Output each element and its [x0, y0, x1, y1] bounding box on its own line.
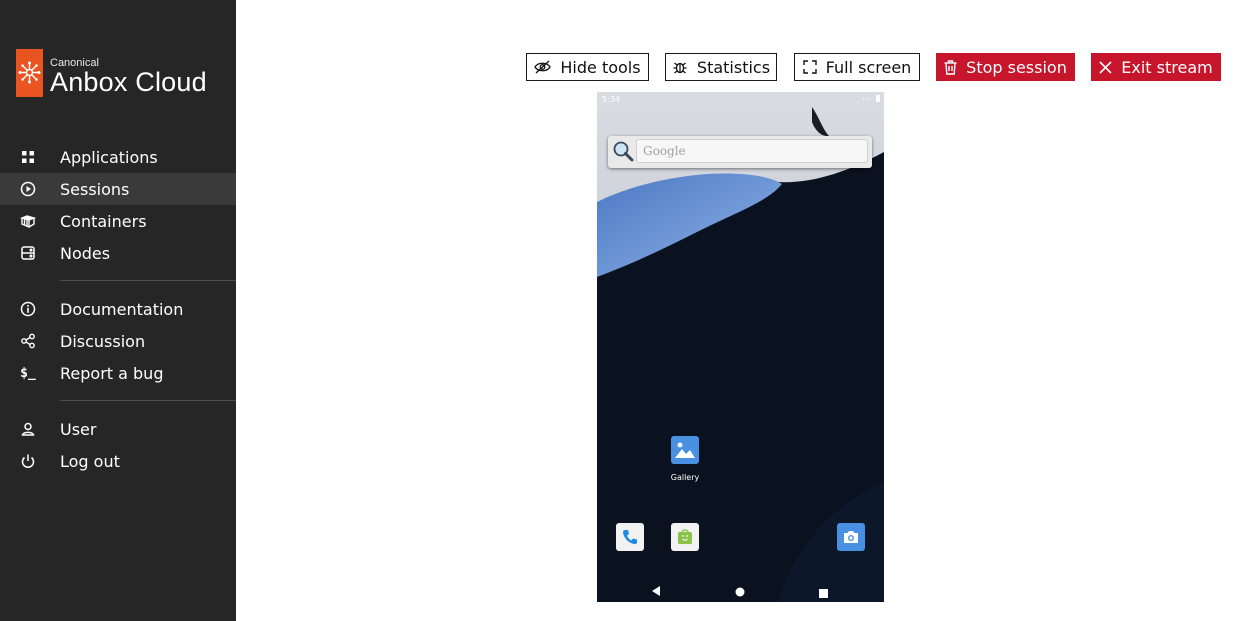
close-icon: [1099, 60, 1112, 74]
hide-tools-label: Hide tools: [560, 57, 641, 77]
info-icon: [20, 301, 36, 317]
sidebar-item-label: Discussion: [60, 331, 146, 351]
sidebar-item-sessions[interactable]: Sessions: [0, 173, 236, 205]
hide-tools-button[interactable]: Hide tools: [526, 53, 649, 81]
phone-icon[interactable]: [616, 523, 644, 551]
expand-icon: [802, 60, 817, 74]
magnifier-icon[interactable]: [612, 140, 634, 166]
battery-icon: [876, 95, 880, 102]
terminal-icon: $_: [20, 365, 36, 381]
google-search-input[interactable]: Google: [636, 139, 868, 163]
signal-icon: ‹·›: [862, 95, 870, 103]
sidebar: Canonical Anbox Cloud Applications Sessi…: [0, 0, 236, 621]
status-time: 5:34: [602, 95, 620, 104]
google-search-widget[interactable]: Google: [608, 136, 872, 168]
sidebar-item-label: Sessions: [60, 179, 130, 199]
stop-session-button[interactable]: Stop session: [936, 53, 1075, 81]
power-icon: [20, 453, 36, 469]
camera-icon[interactable]: [837, 523, 865, 551]
server-icon: [20, 245, 36, 261]
app-label-gallery: Gallery: [670, 473, 700, 482]
sidebar-divider: [60, 400, 236, 401]
containers-icon: [20, 213, 36, 229]
trash-icon: [944, 59, 957, 75]
exit-stream-button[interactable]: Exit stream: [1091, 53, 1221, 81]
device-stream[interactable]: 5:34 ‹·› Google Gallery: [597, 92, 884, 602]
sidebar-item-nodes[interactable]: Nodes: [0, 237, 236, 269]
sidebar-item-label: Applications: [60, 147, 158, 167]
anbox-logo-icon[interactable]: [16, 49, 43, 97]
share-icon: [20, 333, 36, 349]
sidebar-item-label: Documentation: [60, 299, 184, 319]
recents-icon[interactable]: [819, 583, 828, 602]
sidebar-item-logout[interactable]: Log out: [0, 445, 236, 477]
stop-session-label: Stop session: [966, 57, 1067, 77]
user-icon: [20, 421, 36, 437]
sidebar-item-label: Containers: [60, 211, 147, 231]
statistics-label: Statistics: [696, 57, 771, 77]
sidebar-item-label: User: [60, 419, 97, 439]
home-icon[interactable]: [735, 582, 745, 601]
bug-icon: [672, 59, 688, 75]
sidebar-item-user[interactable]: User: [0, 413, 236, 445]
brand-product[interactable]: Anbox Cloud: [50, 67, 207, 98]
eye-off-icon: [534, 60, 552, 74]
play-circle-icon: [20, 181, 36, 197]
gallery-icon[interactable]: [671, 436, 699, 464]
sidebar-item-documentation[interactable]: Documentation: [0, 293, 236, 325]
status-bar: 5:34 ‹·›: [597, 92, 884, 108]
sidebar-item-label: Nodes: [60, 243, 111, 263]
sidebar-item-label: Log out: [60, 451, 120, 471]
sidebar-item-report-bug[interactable]: $_ Report a bug: [0, 357, 236, 389]
back-icon[interactable]: [651, 581, 661, 600]
full-screen-label: Full screen: [825, 57, 912, 77]
sidebar-item-containers[interactable]: Containers: [0, 205, 236, 237]
app-store-icon[interactable]: [671, 523, 699, 551]
full-screen-button[interactable]: Full screen: [794, 53, 920, 81]
statistics-button[interactable]: Statistics: [665, 53, 777, 81]
sidebar-item-discussion[interactable]: Discussion: [0, 325, 236, 357]
grid-icon: [20, 149, 36, 165]
sidebar-divider: [60, 280, 236, 281]
exit-stream-label: Exit stream: [1121, 57, 1213, 77]
sidebar-item-applications[interactable]: Applications: [0, 141, 236, 173]
sidebar-item-label: Report a bug: [60, 363, 164, 383]
